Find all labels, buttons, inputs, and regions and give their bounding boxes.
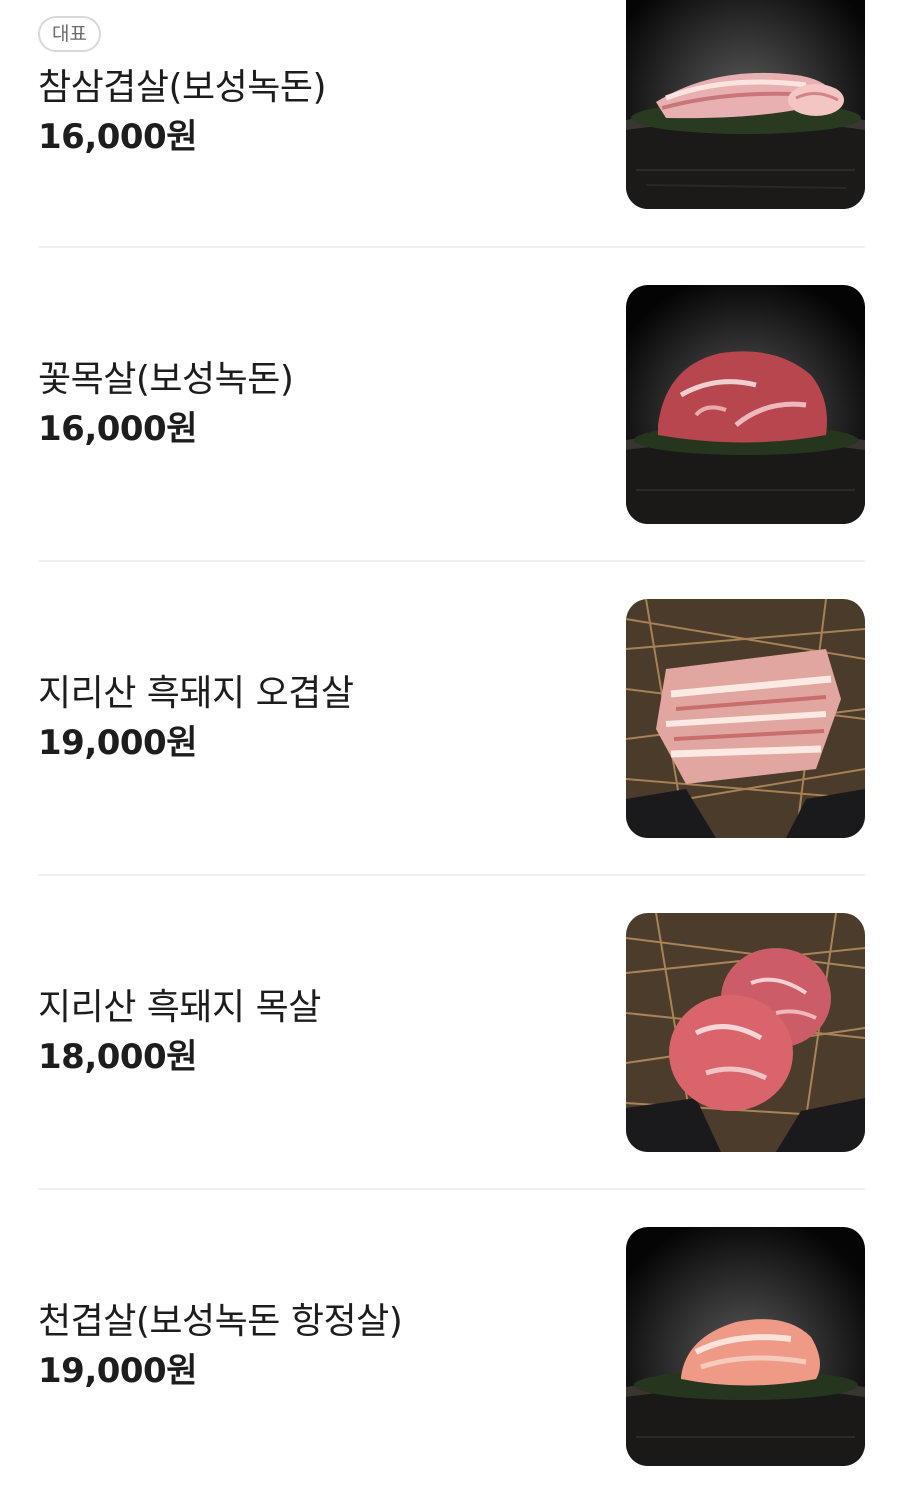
- menu-list: 대표 참삼겹살(보성녹돈) 16,000원 꽃목살(보성녹돈) 16,000원 …: [0, 0, 900, 1492]
- item-divider: [38, 1188, 865, 1190]
- menu-item-photo[interactable]: [626, 285, 865, 524]
- item-divider: [38, 874, 865, 876]
- item-divider: [38, 246, 865, 248]
- menu-item[interactable]: 지리산 흑돼지 목살 18,000원: [0, 878, 900, 1192]
- menu-item-price: 16,000원: [38, 117, 197, 157]
- menu-item-photo[interactable]: [626, 599, 865, 838]
- menu-item-photo[interactable]: [626, 1227, 865, 1466]
- menu-item-price: 19,000원: [38, 1351, 197, 1391]
- menu-item-photo[interactable]: [626, 0, 865, 209]
- menu-item-price: 18,000원: [38, 1037, 197, 1077]
- representative-badge: 대표: [38, 16, 101, 52]
- menu-item-name: 지리산 흑돼지 오겹살: [38, 673, 354, 714]
- item-divider: [38, 560, 865, 562]
- menu-item-name: 참삼겹살(보성녹돈): [38, 67, 327, 108]
- menu-item-price: 19,000원: [38, 723, 197, 763]
- menu-item-name: 꽃목살(보성녹돈): [38, 359, 294, 400]
- menu-item-name: 천겹살(보성녹돈 항정살): [38, 1301, 403, 1342]
- menu-item-photo[interactable]: [626, 913, 865, 1152]
- menu-item[interactable]: 천겹살(보성녹돈 항정살) 19,000원: [0, 1192, 900, 1506]
- menu-item[interactable]: 지리산 흑돼지 오겹살 19,000원: [0, 564, 900, 878]
- menu-item-price: 16,000원: [38, 409, 197, 449]
- menu-item-name: 지리산 흑돼지 목살: [38, 987, 321, 1028]
- menu-item[interactable]: 꽃목살(보성녹돈) 16,000원: [0, 250, 900, 564]
